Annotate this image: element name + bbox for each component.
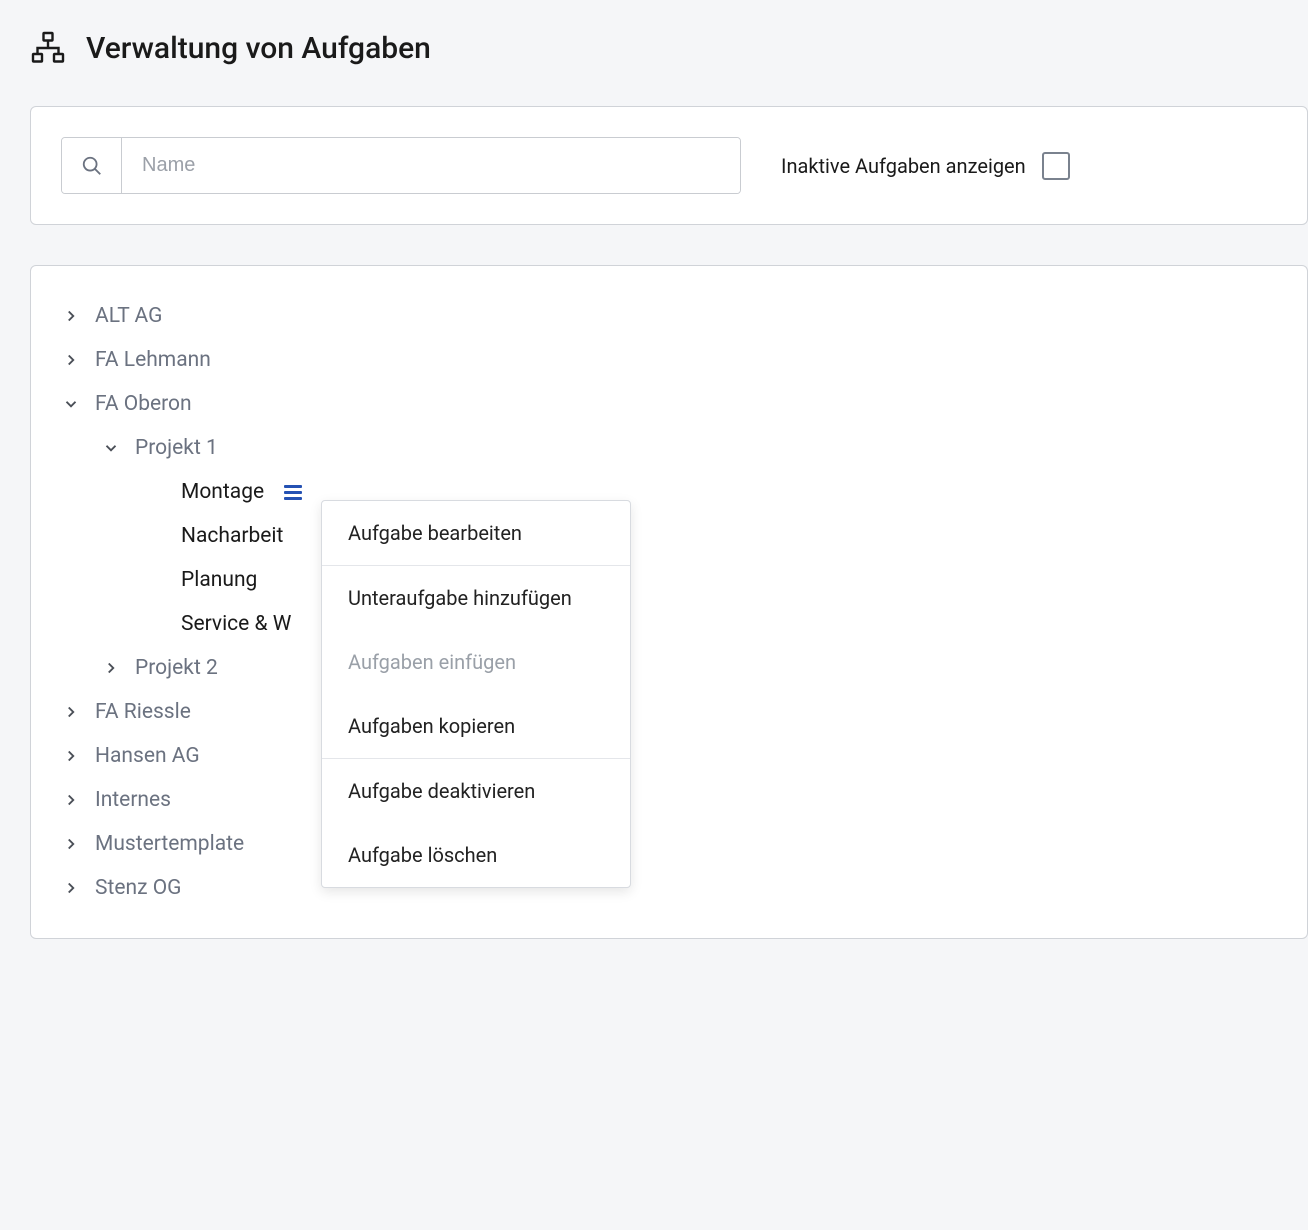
tree-item[interactable]: Projekt 1: [61, 426, 1277, 470]
tree-item-label: Internes: [95, 788, 171, 812]
tree-item-label: Planung: [181, 568, 257, 592]
tree-item-label: FA Riessle: [95, 700, 191, 724]
tree-item-label: Service & W: [181, 612, 291, 636]
tree-item-label: FA Lehmann: [95, 348, 211, 372]
tree-item[interactable]: Mustertemplate: [61, 822, 1277, 866]
tree-item-label: Projekt 2: [135, 656, 218, 680]
tree-item-label: Montage: [181, 480, 264, 504]
tree-item-label: Nacharbeit: [181, 524, 283, 548]
chevron-right-icon[interactable]: [61, 350, 81, 370]
search-field: [61, 137, 741, 194]
tree-item[interactable]: FA Riessle: [61, 690, 1277, 734]
chevron-right-icon[interactable]: [61, 702, 81, 722]
menu-item: Aufgaben einfügen: [322, 630, 630, 694]
chevron-right-icon[interactable]: [61, 790, 81, 810]
chevron-right-icon[interactable]: [61, 746, 81, 766]
menu-item[interactable]: Aufgabe löschen: [322, 823, 630, 887]
menu-item[interactable]: Aufgabe deaktivieren: [322, 759, 630, 823]
tree-item-label: Hansen AG: [95, 744, 200, 768]
tree-item[interactable]: Montage: [61, 470, 1277, 514]
menu-icon[interactable]: [284, 485, 302, 500]
chevron-down-icon[interactable]: [101, 438, 121, 458]
tree-item[interactable]: ALT AG: [61, 294, 1277, 338]
chevron-down-icon[interactable]: [61, 394, 81, 414]
tree-item-label: FA Oberon: [95, 392, 192, 416]
menu-item[interactable]: Unteraufgabe hinzufügen: [322, 566, 630, 630]
menu-item[interactable]: Aufgaben kopieren: [322, 694, 630, 758]
hierarchy-icon: [30, 30, 66, 66]
tree-panel: ALT AG FA Lehmann FA Oberon Projekt 1 Montag…: [30, 265, 1308, 939]
filter-panel: Inaktive Aufgaben anzeigen: [30, 106, 1308, 225]
tree-item[interactable]: Planung: [61, 558, 1277, 602]
chevron-right-icon[interactable]: [61, 834, 81, 854]
page-header: Verwaltung von Aufgaben: [30, 30, 1308, 66]
tree-item[interactable]: FA Lehmann: [61, 338, 1277, 382]
inactive-checkbox[interactable]: [1042, 152, 1070, 180]
tree-item[interactable]: FA Oberon: [61, 382, 1277, 426]
search-icon: [62, 138, 122, 193]
tree-item[interactable]: Projekt 2: [61, 646, 1277, 690]
inactive-toggle-label: Inaktive Aufgaben anzeigen: [781, 154, 1026, 178]
tree-item[interactable]: Service & W: [61, 602, 1277, 646]
tree-item[interactable]: Hansen AG: [61, 734, 1277, 778]
chevron-right-icon[interactable]: [61, 878, 81, 898]
tree-item[interactable]: Nacharbeit: [61, 514, 1277, 558]
menu-item[interactable]: Aufgabe bearbeiten: [322, 501, 630, 565]
search-input[interactable]: [122, 138, 740, 193]
tree-item-label: ALT AG: [95, 304, 162, 328]
tree-item-label: Mustertemplate: [95, 832, 244, 856]
task-tree: ALT AG FA Lehmann FA Oberon Projekt 1 Montag…: [61, 294, 1277, 910]
tree-item-label: Projekt 1: [135, 436, 218, 460]
inactive-toggle[interactable]: Inaktive Aufgaben anzeigen: [781, 152, 1070, 180]
tree-item-label: Stenz OG: [95, 876, 181, 900]
tree-item[interactable]: Internes: [61, 778, 1277, 822]
context-menu: Aufgabe bearbeitenUnteraufgabe hinzufüge…: [321, 500, 631, 888]
chevron-right-icon[interactable]: [101, 658, 121, 678]
tree-item[interactable]: Stenz OG: [61, 866, 1277, 910]
chevron-right-icon[interactable]: [61, 306, 81, 326]
page-title: Verwaltung von Aufgaben: [86, 31, 431, 66]
